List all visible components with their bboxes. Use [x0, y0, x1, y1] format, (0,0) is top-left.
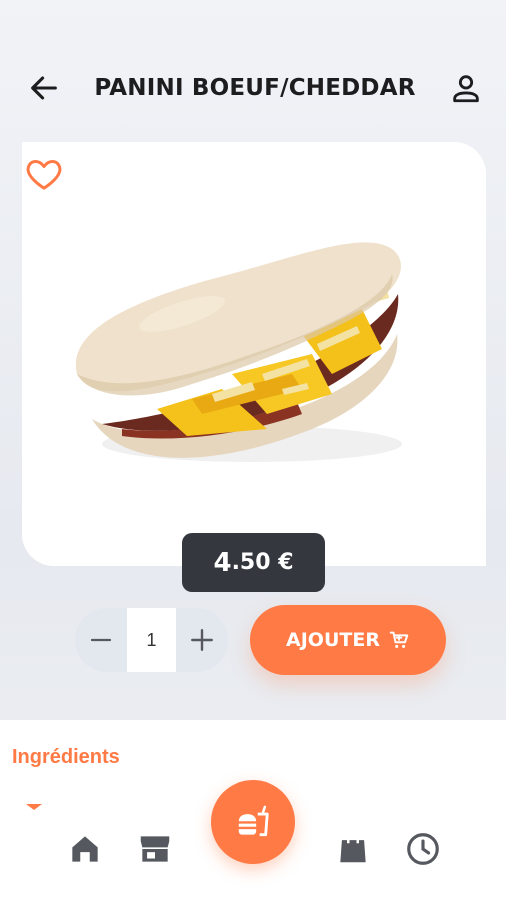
add-button-label: AJOUTER	[286, 629, 380, 651]
ingredients-tab[interactable]: Ingrédients	[12, 746, 120, 769]
shopping-bag-icon[interactable]	[334, 828, 372, 868]
decrement-button[interactable]	[75, 608, 127, 672]
quantity-value[interactable]: 1	[127, 608, 176, 672]
caret-down-icon	[26, 804, 42, 810]
minus-icon	[90, 638, 112, 642]
heart-outline-icon	[26, 160, 62, 190]
product-image	[62, 224, 412, 489]
price-badge: 4 .50 €	[182, 533, 325, 592]
product-card	[22, 142, 486, 566]
add-to-cart-button[interactable]: AJOUTER	[250, 605, 446, 675]
menu-fab[interactable]	[211, 780, 295, 864]
price-decimal: .50 €	[231, 550, 294, 575]
increment-button[interactable]	[176, 608, 228, 672]
clock-icon[interactable]	[404, 830, 442, 868]
price-integer: 4	[213, 547, 232, 578]
burger-drink-icon	[238, 805, 269, 837]
back-button[interactable]	[24, 68, 64, 108]
panini-sandwich-image	[75, 242, 402, 462]
user-icon	[453, 75, 479, 103]
cart-icon	[389, 631, 409, 648]
home-icon[interactable]	[66, 830, 104, 868]
favorite-button[interactable]	[24, 154, 64, 199]
store-icon[interactable]	[136, 830, 174, 868]
profile-button[interactable]	[446, 68, 486, 108]
quantity-stepper: 1	[75, 608, 228, 672]
page-title: PANINI BOEUF/CHEDDAR	[94, 75, 416, 101]
arrow-left-icon	[31, 76, 57, 100]
plus-icon	[191, 629, 213, 651]
top-app-bar: PANINI BOEUF/CHEDDAR	[0, 60, 506, 116]
